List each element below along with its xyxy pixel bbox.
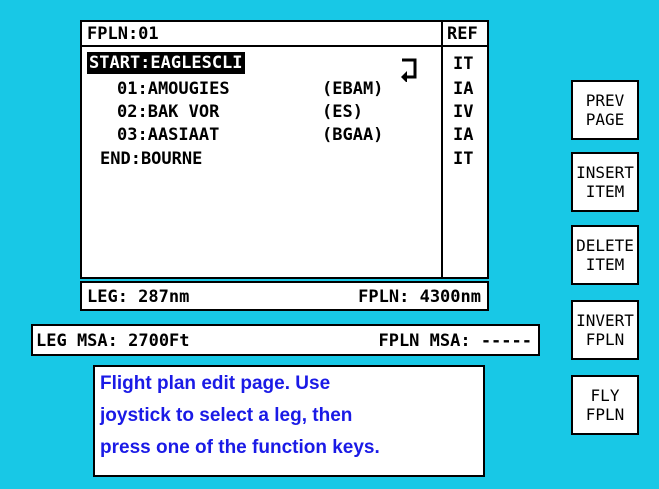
- fly-fpln-label-2: FPLN: [585, 405, 625, 424]
- fpln-title: FPLN:01: [87, 24, 159, 44]
- ref-end: IT: [453, 149, 474, 169]
- insert-item-button[interactable]: INSERT ITEM: [571, 152, 639, 212]
- ref-02: IV: [453, 102, 474, 122]
- ref-03: IA: [453, 125, 474, 145]
- end-row[interactable]: END:BOURNE: [100, 149, 202, 169]
- prev-page-button[interactable]: PREV PAGE: [571, 80, 639, 140]
- waypoint-row-03[interactable]: 03:AASIAAT: [117, 125, 219, 145]
- ref-title: REF: [447, 24, 478, 44]
- ref-01: IA: [453, 79, 474, 99]
- help-text-box: Flight plan edit page. Use joystick to s…: [93, 365, 485, 477]
- start-row-selected[interactable]: START:EAGLESCLI: [87, 52, 245, 74]
- fly-fpln-button[interactable]: FLY FPLN: [571, 375, 639, 435]
- delete-item-label-1: DELETE: [576, 236, 634, 255]
- flight-plan-panel: FPLN:01 START:EAGLESCLI 01:AMOUGIES (EBA…: [80, 20, 489, 279]
- help-line-2: joystick to select a leg, then: [100, 405, 353, 426]
- fpln-msa: FPLN MSA: -----: [378, 331, 532, 351]
- waypoint-code-01: (EBAM): [322, 79, 384, 99]
- leg-msa: LEG MSA: 2700Ft: [36, 331, 190, 351]
- insert-item-label-2: ITEM: [585, 182, 625, 201]
- waypoint-row-02[interactable]: 02:BAK VOR: [117, 102, 219, 122]
- delete-item-button[interactable]: DELETE ITEM: [571, 225, 639, 285]
- waypoint-code-03: (BGAA): [322, 125, 384, 145]
- invert-fpln-button[interactable]: INVERT FPLN: [571, 300, 639, 360]
- return-arrow-icon: [401, 58, 417, 82]
- leg-distance-bar: LEG: 287nm FPLN: 4300nm: [80, 281, 489, 311]
- msa-bar: LEG MSA: 2700Ft FPLN MSA: -----: [31, 324, 540, 356]
- delete-item-label-2: ITEM: [585, 255, 625, 274]
- leg-distance: LEG: 287nm: [87, 287, 190, 307]
- ref-column: REF IT IA IV IA IT: [441, 22, 487, 277]
- fpln-total-distance: FPLN: 4300nm: [358, 287, 481, 307]
- prev-page-label-2: PAGE: [585, 110, 625, 129]
- ref-header: REF: [443, 22, 487, 47]
- waypoint-code-02: (ES): [322, 102, 363, 122]
- fpln-header: FPLN:01: [82, 22, 441, 47]
- prev-page-label-1: PREV: [585, 91, 625, 110]
- help-line-3: press one of the function keys.: [100, 437, 380, 458]
- insert-item-label-1: INSERT: [576, 163, 634, 182]
- ref-start: IT: [453, 54, 474, 74]
- help-line-1: Flight plan edit page. Use: [100, 373, 331, 394]
- waypoint-row-01[interactable]: 01:AMOUGIES: [117, 79, 230, 99]
- fly-fpln-label-1: FLY: [590, 386, 620, 405]
- invert-fpln-label-2: FPLN: [585, 330, 625, 349]
- invert-fpln-label-1: INVERT: [576, 311, 634, 330]
